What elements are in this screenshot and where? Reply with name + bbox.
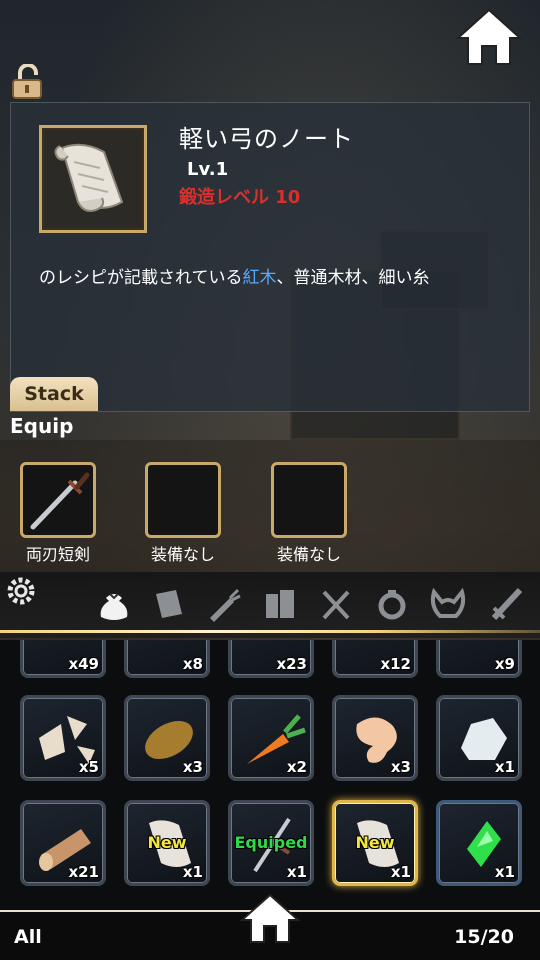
home-icon[interactable] (456, 6, 522, 68)
ring-icon[interactable] (372, 584, 412, 624)
new-badge: New (147, 833, 187, 852)
inventory-slot[interactable]: x3 (124, 695, 210, 781)
scroll-tab-icon[interactable] (148, 584, 188, 624)
bag-icon[interactable] (94, 584, 134, 624)
forge-level: 鍛造レベル 10 (179, 187, 301, 208)
description-text: のレシピが記載されている (39, 268, 243, 288)
item-count: x5 (78, 758, 99, 776)
carrot-tab-icon[interactable] (204, 584, 244, 624)
books-icon[interactable] (260, 584, 300, 624)
item-count: x2 (286, 758, 307, 776)
inventory-grid: x49 x8 x23 x12 x9 x5 x3 x2 x3 x1 x21 New… (0, 640, 540, 910)
dagger-icon (30, 472, 90, 530)
inventory-slot[interactable]: x1 (436, 695, 522, 781)
inventory-slot[interactable]: x8 (124, 640, 210, 678)
settings-gear-icon[interactable] (4, 574, 38, 608)
inventory-slot[interactable]: x49 (20, 640, 106, 678)
equipped-badge: Equiped (234, 833, 308, 852)
description-highlight: 紅木 (242, 268, 277, 288)
item-count: x12 (380, 655, 411, 673)
item-name: 軽い弓のノート (179, 125, 354, 153)
inventory-slot[interactable]: x12 (332, 640, 418, 678)
inventory-slot[interactable]: x1 (436, 800, 522, 886)
item-count: x49 (68, 655, 99, 673)
description-text-end: 、普通木材、細い糸 (276, 268, 430, 288)
inventory-slot[interactable]: New x1 (124, 800, 210, 886)
inventory-slot[interactable]: x21 (20, 800, 106, 886)
equip-slot-2-label: 装備なし (150, 545, 215, 564)
inventory-slot[interactable]: x2 (228, 695, 314, 781)
inventory-slot-selected[interactable]: New x1 (332, 800, 418, 886)
inventory-slot[interactable]: x5 (20, 695, 106, 781)
filter-all-button[interactable]: All (14, 926, 42, 948)
stack-tab[interactable]: Stack (10, 377, 98, 411)
helmet-icon[interactable] (428, 584, 468, 624)
unlock-icon[interactable] (10, 64, 44, 100)
home-icon[interactable] (240, 892, 300, 944)
equip-slot-3-label: 装備なし (276, 545, 341, 564)
item-level: Lv.1 (187, 159, 229, 180)
inventory-capacity: 15/20 (454, 926, 514, 948)
item-count: x23 (276, 655, 307, 673)
inventory-slot[interactable]: Equiped x1 (228, 800, 314, 886)
item-description: のレシピが記載されている紅木、普通木材、細い糸 (39, 263, 430, 288)
new-badge: New (355, 833, 395, 852)
inventory-slot[interactable]: x9 (436, 640, 522, 678)
sword-icon[interactable] (486, 584, 526, 624)
item-count: x9 (494, 655, 515, 673)
scroll-icon (54, 143, 124, 212)
item-count: x3 (182, 758, 203, 776)
equip-slot-2[interactable] (145, 462, 221, 538)
item-detail-panel: 軽い弓のノート Lv.1 鍛造レベル 10 のレシピが記載されている紅木、普通木… (10, 102, 530, 412)
item-count: x21 (68, 863, 99, 881)
inventory-slot[interactable]: x3 (332, 695, 418, 781)
equip-slot-1[interactable] (20, 462, 96, 538)
utensils-icon[interactable] (316, 584, 356, 624)
equip-slot-3[interactable] (271, 462, 347, 538)
item-count: x1 (494, 758, 515, 776)
equip-section-title: Equip (10, 414, 74, 438)
item-image-frame (39, 125, 147, 233)
item-count: x1 (390, 863, 411, 881)
divider-line (0, 630, 540, 633)
item-count: x1 (182, 863, 203, 881)
inventory-slot[interactable]: x23 (228, 640, 314, 678)
item-count: x3 (390, 758, 411, 776)
item-count: x8 (182, 655, 203, 673)
item-count: x1 (286, 863, 307, 881)
item-count: x1 (494, 863, 515, 881)
equip-slot-1-label: 両刃短剣 (25, 545, 90, 564)
